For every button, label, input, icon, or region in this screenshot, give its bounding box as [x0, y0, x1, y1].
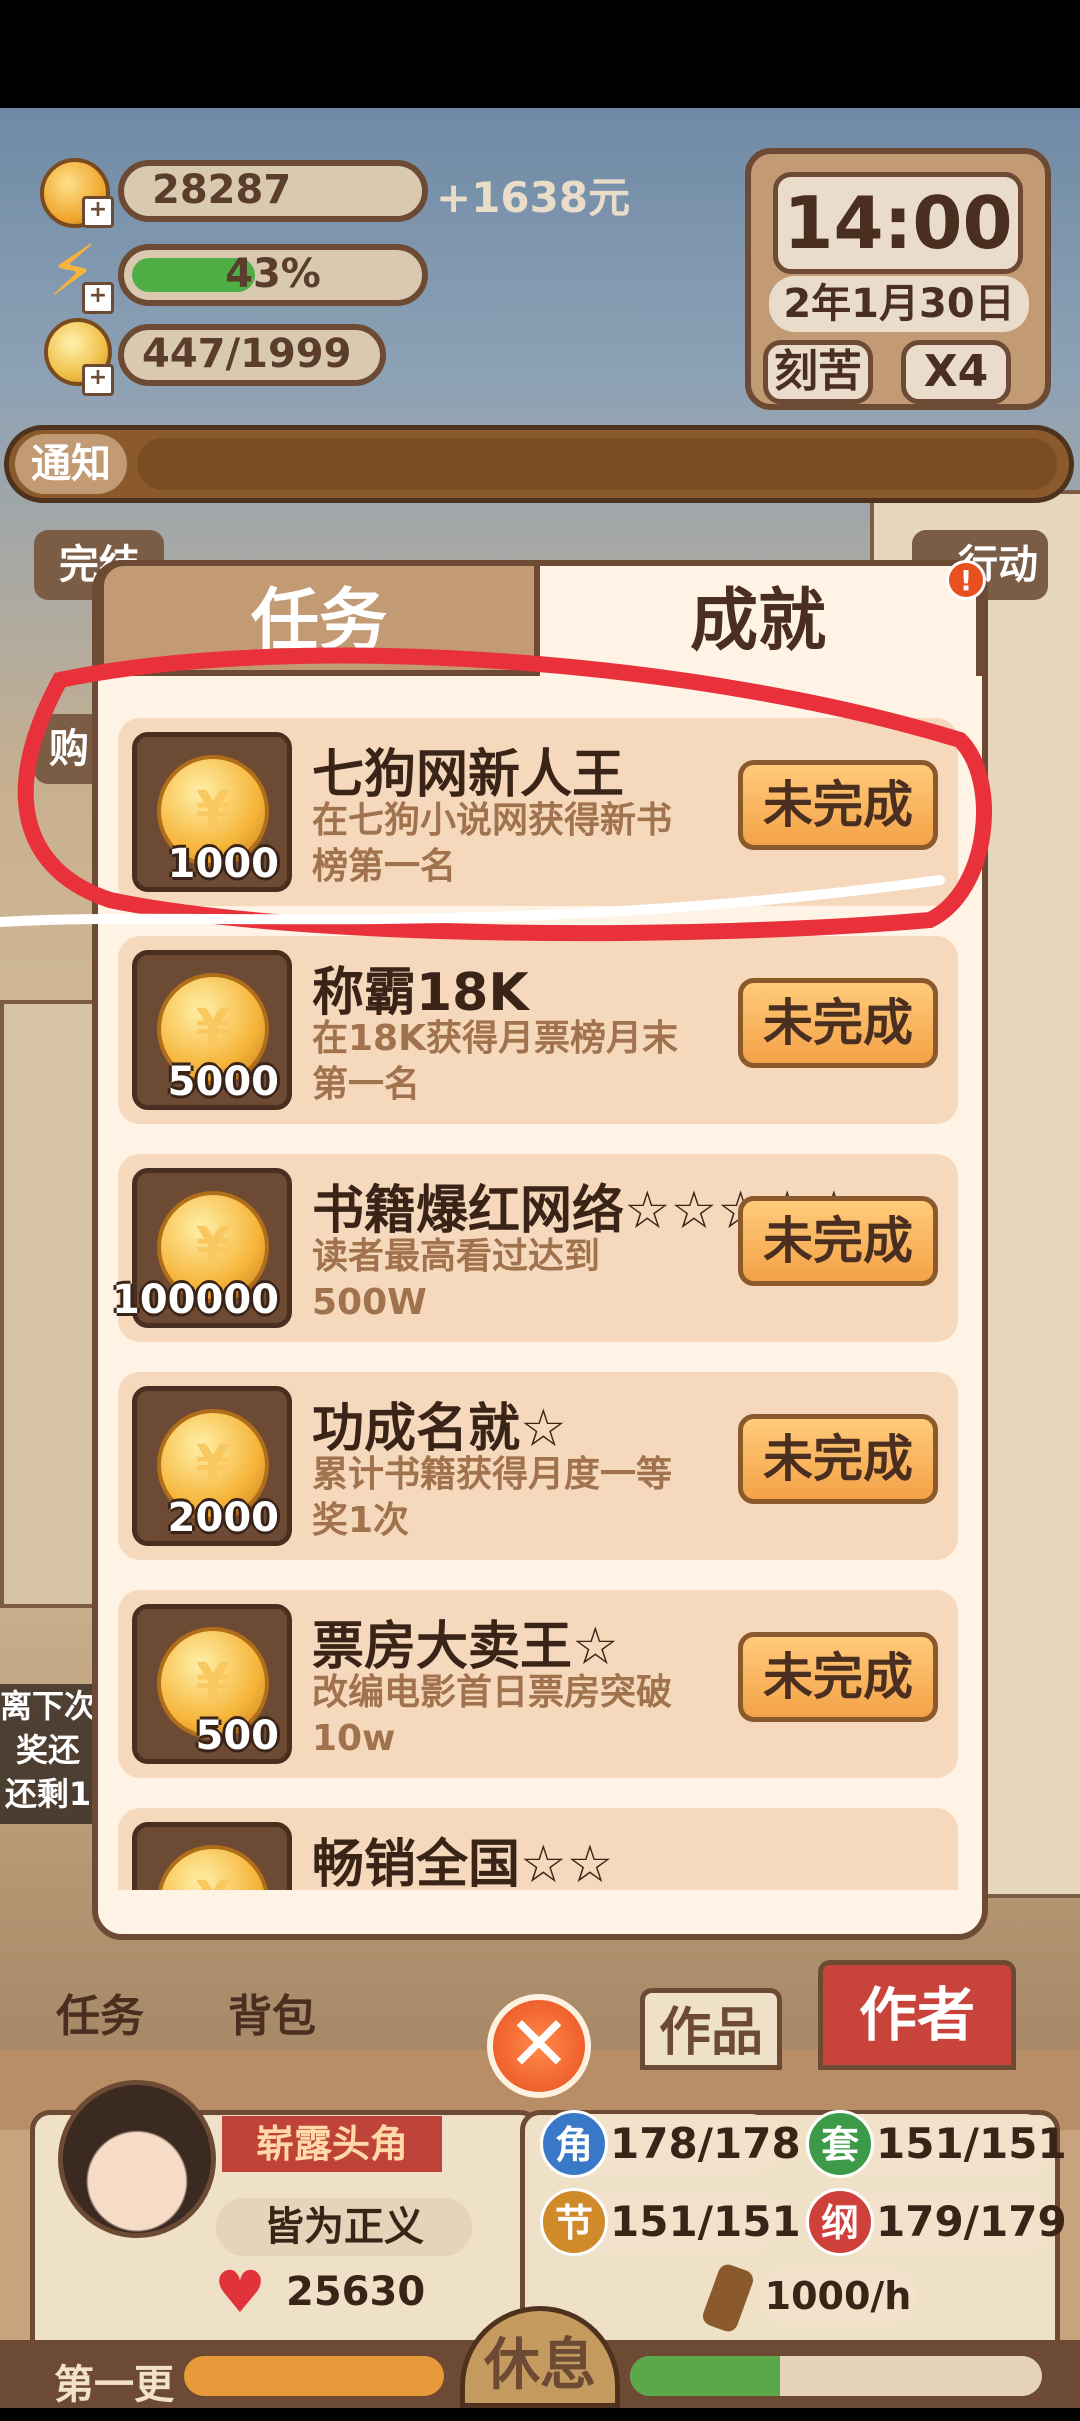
achievement-card: ¥5000 称霸18K 在18K获得月票榜月末第一名 未完成: [118, 936, 958, 1124]
reward-amount: 500: [195, 1713, 280, 1759]
energy-bar: 43%: [118, 244, 428, 306]
offline-notice-line1: 离下次: [0, 1687, 97, 1725]
achievement-card: ¥500 票房大卖王☆ 改编电影首日票房突破10w 未完成: [118, 1590, 958, 1778]
achievement-desc: 改编电影首日票房突破10w: [312, 1672, 673, 1759]
notice-bar[interactable]: 通知: [4, 425, 1074, 503]
coin-counter: 28287: [118, 160, 428, 222]
achievement-list[interactable]: ¥1000 七狗网新人王 在七狗小说网获得新书榜第一名 未完成 ¥5000 称霸18K 在1…: [112, 718, 964, 1890]
reward-amount: 2000: [167, 1495, 279, 1541]
coin-value: 28287: [152, 167, 292, 213]
tab-works[interactable]: 作品: [640, 1988, 782, 2070]
reward-icon: ¥2000: [132, 1386, 292, 1546]
tab-achievements[interactable]: 成就: [540, 560, 982, 676]
panel-tabs: 任务 成就: [98, 560, 982, 676]
stat-set: 套 151/151: [806, 2110, 1067, 2178]
status-button[interactable]: 未完成: [738, 978, 938, 1068]
close-button[interactable]: ✕: [487, 1994, 591, 2098]
set-icon: 套: [806, 2110, 874, 2178]
income-text: +1638元: [436, 173, 631, 222]
inspiration-value: 447/1999: [142, 331, 352, 377]
achievement-desc: 在七狗小说网获得新书榜第一名: [312, 800, 673, 887]
notice-label: 通知: [15, 434, 127, 494]
rest-progress: [630, 2356, 1042, 2396]
achievement-card: ¥100000 书籍爆红网络☆☆☆☆☆ 读者最高看过达到500W 未完成: [112, 1154, 958, 1342]
reward-icon: ¥1000: [132, 732, 292, 892]
offline-notice-line3: 还剩1: [4, 1775, 92, 1813]
bag-nav-button[interactable]: 背包: [228, 1980, 316, 2044]
offline-reward-notice: 离下次 奖还 还剩1: [0, 1684, 96, 1824]
tasks-nav-button[interactable]: 任务: [56, 1980, 144, 2044]
stat-section: 节 151/151: [540, 2188, 801, 2256]
speed-button[interactable]: X4: [901, 340, 1011, 404]
chapter-progress: [184, 2356, 444, 2396]
status-button[interactable]: 未完成: [738, 1196, 938, 1286]
achievement-card: ¥1000 七狗网新人王 在七狗小说网获得新书榜第一名 未完成: [118, 718, 958, 906]
notification-badge: !: [946, 560, 986, 600]
avatar[interactable]: [58, 2080, 216, 2238]
achievement-card: ¥ 畅销全国☆☆: [118, 1808, 958, 1890]
reward-icon: ¥100000: [112, 1168, 292, 1328]
achievement-desc: 累计书籍获得月度一等奖1次: [312, 1454, 673, 1541]
section-icon: 节: [540, 2188, 608, 2256]
achievement-title: 功成名就☆: [312, 1399, 567, 1459]
achievement-title: 七狗网新人王: [312, 745, 625, 805]
clock-date: 2年1月30日: [769, 276, 1029, 332]
stat-outline-value: 179/179: [876, 2197, 1067, 2246]
add-coins-icon[interactable]: +: [82, 196, 114, 228]
reward-icon: ¥: [132, 1822, 292, 1890]
chapter-label: 第一更: [54, 2362, 174, 2408]
likes-count: 25630: [286, 2269, 426, 2315]
offline-notice-line2: 奖还: [15, 1731, 80, 1769]
notice-track: [137, 438, 1057, 490]
achievement-title: 称霸18K: [312, 963, 529, 1023]
energy-text: 43%: [225, 251, 321, 297]
author-name: 皆为正义: [216, 2198, 472, 2256]
tab-author[interactable]: 作者: [818, 1960, 1016, 2070]
writing-speed: 1000/h: [760, 2268, 916, 2324]
game-clock: 14:00 2年1月30日 刻苦 X4: [745, 148, 1051, 410]
tab-tasks[interactable]: 任务: [98, 560, 540, 676]
achievement-title: 票房大卖王☆: [312, 1617, 619, 1677]
status-button[interactable]: 未完成: [738, 1414, 938, 1504]
add-energy-icon[interactable]: +: [82, 282, 114, 314]
angle-icon: 角: [540, 2110, 608, 2178]
achievement-card: ¥2000 功成名就☆ 累计书籍获得月度一等奖1次 未完成: [118, 1372, 958, 1560]
rank-badge: 崭露头角: [222, 2116, 442, 2172]
stat-outline: 纲 179/179: [806, 2188, 1067, 2256]
reward-icon: ¥500: [132, 1604, 292, 1764]
stat-section-value: 151/151: [610, 2197, 801, 2246]
stat-angle: 角 178/178: [540, 2110, 801, 2178]
outline-icon: 纲: [806, 2188, 874, 2256]
reward-amount: 100000: [112, 1277, 279, 1323]
achievement-desc: 读者最高看过达到500W: [312, 1236, 601, 1323]
achievement-title: 畅销全国☆☆: [312, 1835, 614, 1890]
stat-angle-value: 178/178: [610, 2119, 801, 2168]
reward-amount: 5000: [167, 1059, 279, 1105]
status-button[interactable]: 未完成: [738, 1632, 938, 1722]
background-building-left: [0, 1000, 98, 1608]
inspiration-counter: 447/1999: [118, 324, 386, 386]
status-button[interactable]: 未完成: [738, 760, 938, 850]
clock-time: 14:00: [773, 172, 1023, 274]
stat-set-value: 151/151: [876, 2119, 1067, 2168]
reward-icon: ¥5000: [132, 950, 292, 1110]
mode-button[interactable]: 刻苦: [763, 340, 873, 404]
reward-amount: 1000: [167, 841, 279, 887]
achievement-desc: 在18K获得月票榜月末第一名: [312, 1018, 678, 1105]
add-inspiration-icon[interactable]: +: [82, 364, 114, 396]
gold-coin-icon: ¥: [157, 1845, 269, 1890]
heart-icon: ♥: [214, 2258, 266, 2326]
